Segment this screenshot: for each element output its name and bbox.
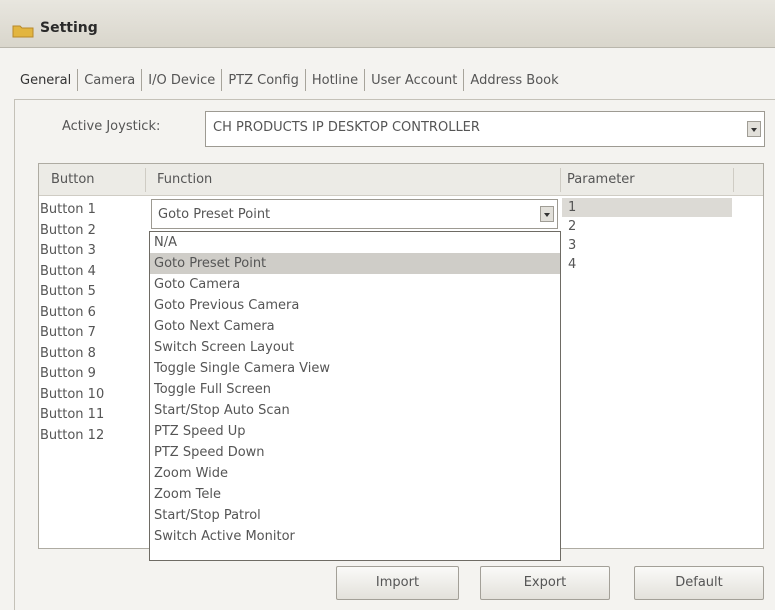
dropdown-option[interactable]: Goto Previous Camera bbox=[150, 295, 560, 316]
default-button[interactable]: Default bbox=[634, 566, 764, 600]
table-header: Button Function Parameter bbox=[39, 164, 763, 196]
dropdown-option[interactable]: Goto Camera bbox=[150, 274, 560, 295]
tab-camera[interactable]: Camera bbox=[78, 73, 141, 88]
window-title: Setting bbox=[40, 20, 98, 36]
table-row-label[interactable]: Button 1 bbox=[40, 200, 145, 221]
dropdown-option-selected[interactable]: Goto Preset Point bbox=[150, 253, 560, 274]
dropdown-option[interactable]: PTZ Speed Down bbox=[150, 442, 560, 463]
chevron-down-icon[interactable] bbox=[747, 121, 761, 137]
table-row-label[interactable]: Button 5 bbox=[40, 282, 145, 303]
dropdown-option[interactable]: Start/Stop Patrol bbox=[150, 505, 560, 526]
dropdown-option[interactable]: Zoom Tele bbox=[150, 484, 560, 505]
parameter-cell[interactable]: 4 bbox=[562, 255, 732, 274]
parameter-column: 1 2 3 4 bbox=[562, 198, 732, 274]
parameter-cell[interactable]: 2 bbox=[562, 217, 732, 236]
panel-border-left bbox=[14, 99, 15, 610]
dropdown-option[interactable]: Zoom Wide bbox=[150, 463, 560, 484]
column-divider bbox=[145, 168, 146, 192]
table-row-label[interactable]: Button 11 bbox=[40, 405, 145, 426]
button-name-column: Button 1 Button 2 Button 3 Button 4 Butt… bbox=[40, 200, 145, 446]
table-row-label[interactable]: Button 2 bbox=[40, 221, 145, 242]
joystick-select[interactable]: CH PRODUCTS IP DESKTOP CONTROLLER bbox=[205, 111, 765, 147]
table-row-label[interactable]: Button 8 bbox=[40, 344, 145, 365]
column-header-function[interactable]: Function bbox=[157, 172, 212, 187]
export-button[interactable]: Export bbox=[480, 566, 610, 600]
parameter-cell[interactable]: 1 bbox=[562, 198, 732, 217]
title-bar: Setting bbox=[0, 0, 775, 48]
tab-io-device[interactable]: I/O Device bbox=[142, 73, 221, 88]
function-select[interactable]: Goto Preset Point bbox=[151, 199, 558, 229]
table-row-label[interactable]: Button 6 bbox=[40, 303, 145, 324]
tab-general[interactable]: General bbox=[14, 73, 77, 88]
parameter-cell[interactable]: 3 bbox=[562, 236, 732, 255]
dropdown-option[interactable]: Switch Active Monitor bbox=[150, 526, 560, 547]
dropdown-option[interactable]: PTZ Speed Up bbox=[150, 421, 560, 442]
function-select-value: Goto Preset Point bbox=[158, 207, 271, 222]
dropdown-option[interactable]: Switch Screen Layout bbox=[150, 337, 560, 358]
dropdown-option[interactable]: N/A bbox=[150, 232, 560, 253]
function-dropdown-list: N/A Goto Preset Point Goto Camera Goto P… bbox=[149, 231, 561, 561]
tab-address-book[interactable]: Address Book bbox=[464, 73, 564, 88]
tab-user-account[interactable]: User Account bbox=[365, 73, 463, 88]
tab-hotline[interactable]: Hotline bbox=[306, 73, 364, 88]
import-button[interactable]: Import bbox=[336, 566, 459, 600]
table-row-label[interactable]: Button 7 bbox=[40, 323, 145, 344]
tab-ptz-config[interactable]: PTZ Config bbox=[222, 73, 305, 88]
joystick-label: Active Joystick: bbox=[62, 119, 161, 134]
dropdown-option[interactable]: Start/Stop Auto Scan bbox=[150, 400, 560, 421]
table-row-label[interactable]: Button 3 bbox=[40, 241, 145, 262]
dropdown-option[interactable]: Goto Next Camera bbox=[150, 316, 560, 337]
joystick-select-value: CH PRODUCTS IP DESKTOP CONTROLLER bbox=[213, 120, 480, 135]
dropdown-option[interactable]: Toggle Single Camera View bbox=[150, 358, 560, 379]
table-row-label[interactable]: Button 4 bbox=[40, 262, 145, 283]
folder-icon bbox=[12, 25, 34, 38]
column-header-parameter[interactable]: Parameter bbox=[567, 172, 635, 187]
dropdown-option[interactable]: Toggle Full Screen bbox=[150, 379, 560, 400]
column-divider bbox=[733, 168, 734, 192]
chevron-down-icon[interactable] bbox=[540, 206, 554, 222]
column-divider bbox=[560, 168, 561, 192]
table-row-label[interactable]: Button 10 bbox=[40, 385, 145, 406]
panel-border-top bbox=[14, 99, 775, 100]
tab-strip: General Camera I/O Device PTZ Config Hot… bbox=[14, 62, 775, 98]
table-row-label[interactable]: Button 12 bbox=[40, 426, 145, 447]
table-row-label[interactable]: Button 9 bbox=[40, 364, 145, 385]
column-header-button[interactable]: Button bbox=[51, 172, 95, 187]
